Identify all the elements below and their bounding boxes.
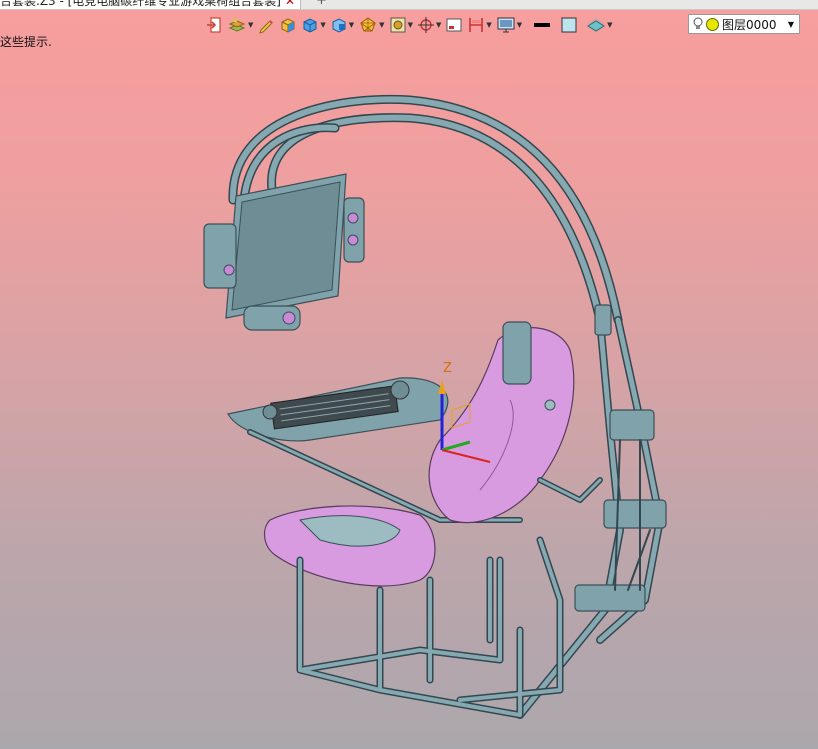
chevron-down-icon[interactable]: ▼: [320, 21, 325, 29]
chevron-down-icon[interactable]: ▼: [349, 21, 354, 29]
pencil-icon: [259, 20, 274, 34]
view-frame-icon: [446, 18, 462, 32]
wireframe-button[interactable]: ▼: [357, 14, 385, 36]
layers-icon: [228, 17, 246, 32]
3d-viewport[interactable]: Z: [0, 48, 818, 749]
tab-bar: 合套装.Z3 - [电竞电脑碳纤维专业游戏桌椅组合套装] ✕ +: [0, 0, 818, 10]
solid-box-icon: [303, 18, 317, 33]
shaded-box-button[interactable]: [278, 14, 298, 36]
display-icon: [497, 17, 515, 33]
lightbulb-icon[interactable]: [693, 17, 703, 31]
new-tab-icon[interactable]: +: [316, 0, 327, 8]
fill-color-icon: [561, 17, 577, 33]
target-button[interactable]: ▼: [416, 14, 442, 36]
tab-title: 合套装.Z3 - [电竞电脑碳纤维专业游戏桌椅组合套装]: [0, 0, 281, 8]
split-icon: [469, 18, 484, 32]
z-axis-label: Z: [443, 361, 452, 376]
chevron-down-icon[interactable]: ▼: [607, 21, 612, 29]
chevron-down-icon[interactable]: ▼: [408, 21, 413, 29]
chevron-down-icon[interactable]: ▼: [436, 21, 441, 29]
line-color-button[interactable]: [531, 14, 553, 36]
close-tab-icon[interactable]: ✕: [285, 0, 295, 8]
gaming-seat[interactable]: [264, 321, 575, 587]
split-button[interactable]: ▼: [466, 14, 492, 36]
render-mode-icon: [390, 17, 406, 33]
view-box-icon: [332, 18, 346, 33]
exit-button[interactable]: [204, 14, 224, 36]
line-color-icon: [534, 23, 551, 27]
monitor[interactable]: [203, 173, 365, 331]
target-icon: [417, 17, 434, 33]
wireframe-ball-icon: [360, 17, 376, 32]
chevron-down-icon[interactable]: ▼: [788, 20, 794, 29]
view-box-button[interactable]: ▼: [329, 14, 355, 36]
layers-button[interactable]: ▼: [226, 14, 254, 36]
view-frame-button[interactable]: [444, 14, 464, 36]
solid-box-button[interactable]: ▼: [300, 14, 326, 36]
surface-color-icon: [587, 18, 606, 32]
layer-color-dot: [706, 17, 719, 31]
sketch-button[interactable]: [256, 14, 276, 36]
render-mode-button[interactable]: ▼: [388, 14, 414, 36]
chevron-down-icon[interactable]: ▼: [248, 21, 253, 29]
shaded-box-icon: [281, 18, 295, 33]
chevron-down-icon[interactable]: ▼: [379, 21, 384, 29]
layer-value: 图层0000: [722, 17, 777, 32]
layer-dropdown[interactable]: 图层0000 ▼: [688, 14, 800, 34]
view-toolbar: ▼ ▼ ▼ ▼ ▼ ▼ ▼ ▼ ▼: [204, 12, 614, 38]
exit-icon: [207, 17, 221, 33]
chevron-down-icon[interactable]: ▼: [486, 21, 491, 29]
surface-color-button[interactable]: ▼: [585, 14, 613, 36]
display-button[interactable]: ▼: [495, 14, 523, 36]
document-tab[interactable]: 合套装.Z3 - [电竞电脑碳纤维专业游戏桌椅组合套装]: [0, 0, 301, 9]
fill-color-button[interactable]: [559, 14, 579, 36]
chevron-down-icon[interactable]: ▼: [517, 21, 522, 29]
